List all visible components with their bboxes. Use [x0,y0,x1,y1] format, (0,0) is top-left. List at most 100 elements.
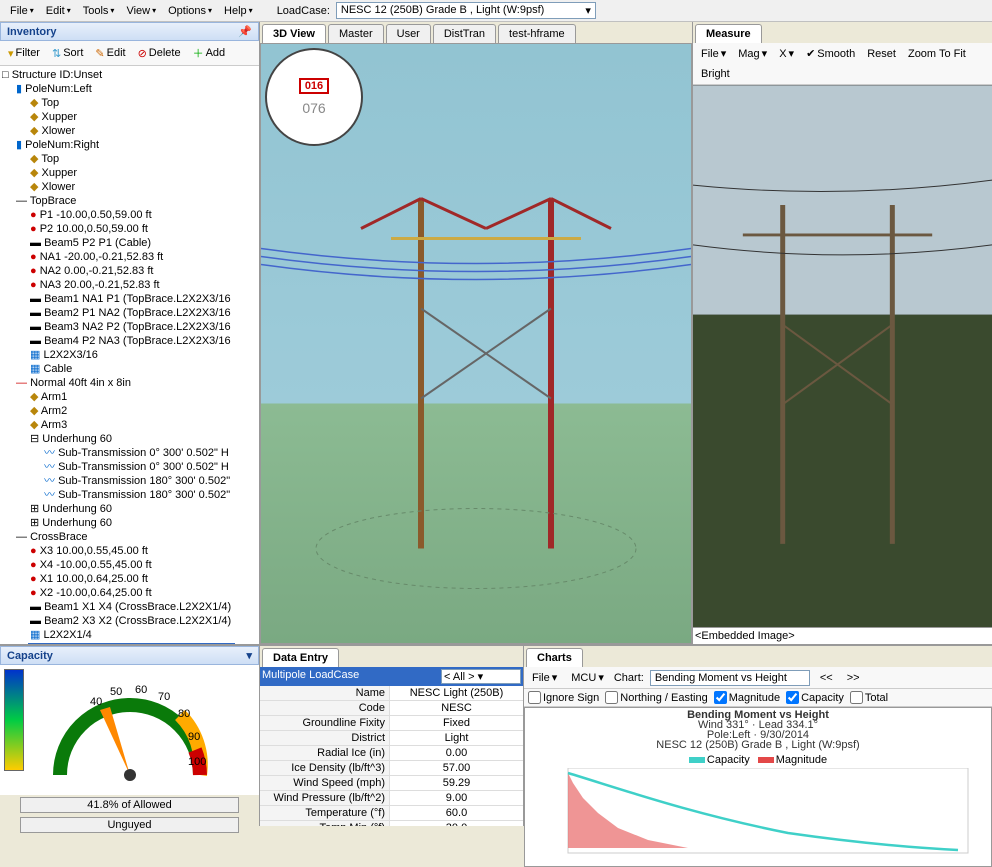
tree-node[interactable]: ◆ Arm3 [2,418,257,432]
grid-value[interactable]: 57.00 [390,761,523,775]
sort-button[interactable]: ⇅Sort [48,43,87,63]
tree-node[interactable]: ▮ PoleNum:Right [2,138,257,152]
menu-help[interactable]: Help ▾ [220,3,257,19]
tree-node[interactable]: ● NA2 0.00,-0.21,52.83 ft [2,264,257,278]
measure-file[interactable]: File ▾ [697,45,730,62]
menu-view[interactable]: View ▾ [122,3,160,19]
menu-file[interactable]: File ▾ [6,3,38,19]
tree-node[interactable]: ⊞ Underhung 60 [2,502,257,516]
grid-row[interactable]: DistrictLight [260,731,523,746]
dataentry-grid[interactable]: NameNESC Light (250B)CodeNESCGroundline … [260,686,523,826]
tree-node[interactable]: ◆ Xlower [2,124,257,138]
tab-disttran[interactable]: DistTran [433,24,496,43]
tree-node[interactable]: ● P2 10.00,0.50,59.00 ft [2,222,257,236]
grid-row[interactable]: Wind Pressure (lb/ft^2)9.00 [260,791,523,806]
chk-magnitude[interactable]: Magnitude [714,691,780,704]
menu-options[interactable]: Options ▾ [164,3,216,19]
filter-button[interactable]: ▾Filter [4,43,44,63]
tree-node[interactable]: ▬ Beam3 NA2 P2 (TopBrace.L2X2X3/16 [2,320,257,334]
menu-edit[interactable]: Edit ▾ [42,3,75,19]
tree-node[interactable]: ▬ Beam2 X3 X2 (CrossBrace.L2X2X1/4) [2,614,257,628]
chevron-down-icon[interactable]: ▾ [246,649,252,662]
tree-node[interactable]: ◆ Xupper [2,110,257,124]
grid-row[interactable]: Temp Min (°f)30.0 [260,821,523,826]
tree-node[interactable]: ▦ L2X2X3/16 [2,348,257,362]
grid-value[interactable]: 60.0 [390,806,523,820]
chk-capacity[interactable]: Capacity [786,691,844,704]
pin-icon[interactable]: 📌 [238,25,252,38]
tree-node[interactable]: ● P1 -10.00,0.50,59.00 ft [2,208,257,222]
tree-node[interactable]: ◆ Arm1 [2,390,257,404]
tree-node[interactable]: ▬ Beam4 P2 NA3 (TopBrace.L2X2X3/16 [2,334,257,348]
chk-total[interactable]: Total [850,691,888,704]
inventory-tree[interactable]: □ Structure ID:Unset▮ PoleNum:Left◆ Top◆… [0,66,259,644]
tab-dataentry[interactable]: Data Entry [262,648,339,667]
edit-button[interactable]: ✎Edit [91,43,129,63]
tree-node[interactable]: ⊟ Underhung 60 [2,432,257,446]
add-button[interactable]: ＋Add [189,43,230,63]
grid-value[interactable]: NESC Light (250B) [390,686,523,700]
grid-row[interactable]: Temperature (°f)60.0 [260,806,523,821]
tree-node[interactable]: ▬ Beam1 X1 X4 (CrossBrace.L2X2X1/4) [2,600,257,614]
tree-node[interactable]: ● NA3 20.00,-0.21,52.83 ft [2,278,257,292]
tree-node[interactable]: ● X1 10.00,0.64,25.00 ft [2,572,257,586]
chk-ignore-sign[interactable]: Ignore Sign [528,691,599,704]
charts-mcu[interactable]: MCU ▾ [567,669,608,686]
tree-node[interactable]: ◆ Top [2,152,257,166]
tree-node[interactable]: 〰 Sub-Transmission 180° 300' 0.502" [2,474,257,488]
tree-node[interactable]: ▦ L2X2X1/4 [2,628,257,642]
loadcase-dropdown[interactable]: NESC 12 (250B) Grade B , Light (W:9psf) … [336,2,596,19]
grid-value[interactable]: Light [390,731,523,745]
grid-value[interactable]: 30.0 [390,821,523,826]
tab-charts[interactable]: Charts [526,648,583,667]
chart-type-dropdown[interactable]: Bending Moment vs Height [650,670,810,686]
grid-value[interactable]: 9.00 [390,791,523,805]
tree-node[interactable]: ◆ Top [2,96,257,110]
tab-user[interactable]: User [386,24,431,43]
tree-node[interactable]: ▬ Beam5 P2 P1 (Cable) [2,236,257,250]
chart-next[interactable]: >> [843,670,864,686]
all-dropdown[interactable]: < All > ▾ [441,669,521,684]
tree-node[interactable]: ● X4 -10.00,0.55,45.00 ft [2,558,257,572]
measure-reset[interactable]: Reset [863,45,900,62]
tree-node[interactable]: 〰 Sub-Transmission 0° 300' 0.502" H [2,460,257,474]
tab-3dview[interactable]: 3D View [262,24,326,43]
chk-northing[interactable]: Northing / Easting [605,691,707,704]
delete-button[interactable]: ⊘Delete [134,43,185,63]
chart-prev[interactable]: << [816,670,837,686]
tree-node[interactable]: ⊞ Underhung 60 [2,516,257,530]
grid-row[interactable]: Ice Density (lb/ft^3)57.00 [260,761,523,776]
3d-viewport[interactable]: 016 076 [260,43,692,644]
embedded-photo[interactable]: <Embedded Image> [693,85,992,644]
tree-node[interactable]: ◆ Xlower [2,180,257,194]
tree-node[interactable]: — CrossBrace [2,530,257,544]
grid-row[interactable]: NameNESC Light (250B) [260,686,523,701]
grid-value[interactable]: NESC [390,701,523,715]
tree-node[interactable]: 〰 Sub-Transmission 0° 300' 0.502" H [2,446,257,460]
tree-node[interactable]: — Normal 40ft 4in x 8in [2,376,257,390]
tree-node[interactable]: ● X3 10.00,0.55,45.00 ft [2,544,257,558]
grid-row[interactable]: Groundline FixityFixed [260,716,523,731]
grid-row[interactable]: CodeNESC [260,701,523,716]
grid-value[interactable]: 59.29 [390,776,523,790]
tab-testhframe[interactable]: test-hframe [498,24,576,43]
tab-measure[interactable]: Measure [695,24,762,43]
tree-node[interactable]: ◆ Xupper [2,166,257,180]
tree-node[interactable]: ◆ Arm2 [2,404,257,418]
menu-tools[interactable]: Tools ▾ [79,3,119,19]
tree-node[interactable]: ● NA1 -20.00,-0.21,52.83 ft [2,250,257,264]
grid-value[interactable]: 0.00 [390,746,523,760]
tree-node[interactable]: ▦ Cable [2,362,257,376]
tree-node[interactable]: — TopBrace [2,194,257,208]
tree-node[interactable]: ● X2 -10.00,0.64,25.00 ft [2,586,257,600]
tree-node[interactable]: 〰 Sub-Transmission 180° 300' 0.502" [2,488,257,502]
measure-x[interactable]: X ▾ [775,45,798,62]
tree-node[interactable]: ▬ Beam1 NA1 P1 (TopBrace.L2X2X3/16 [2,292,257,306]
tree-node[interactable]: □ Structure ID:Unset [2,68,257,82]
tab-master[interactable]: Master [328,24,384,43]
grid-row[interactable]: Radial Ice (in)0.00 [260,746,523,761]
measure-bright[interactable]: Bright [697,66,734,82]
grid-value[interactable]: Fixed [390,716,523,730]
tree-node[interactable]: ▮ PoleNum:Left [2,82,257,96]
tree-node[interactable]: ▬ Beam2 P1 NA2 (TopBrace.L2X2X3/16 [2,306,257,320]
